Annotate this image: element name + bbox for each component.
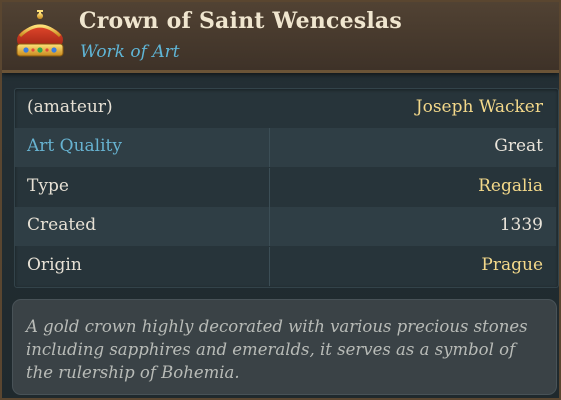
table-row-artist: (amateur) Joseph Wacker — [15, 89, 556, 128]
description-text: A gold crown highly decorated with vario… — [26, 317, 528, 382]
type-label: Type — [27, 176, 69, 196]
column-divider — [269, 207, 270, 246]
table-row-art-quality: Art Quality Great — [15, 128, 556, 167]
created-label: Created — [27, 215, 97, 235]
attributes-table: (amateur) Joseph Wacker Art Quality Grea… — [14, 88, 559, 288]
artwork-category: Work of Art — [80, 42, 180, 62]
tooltip-header: Crown of Saint Wenceslas Work of Art — [2, 2, 559, 73]
column-divider — [269, 168, 270, 207]
artwork-tooltip: Crown of Saint Wenceslas Work of Art (am… — [0, 0, 561, 400]
type-value: Regalia — [478, 176, 543, 196]
origin-label: Origin — [27, 255, 82, 275]
art-quality-label[interactable]: Art Quality — [27, 136, 122, 156]
artwork-title: Crown of Saint Wenceslas — [79, 8, 402, 34]
column-divider — [269, 128, 270, 167]
column-divider — [269, 247, 270, 286]
table-row-created: Created 1339 — [15, 207, 556, 246]
created-value: 1339 — [499, 215, 543, 235]
crown-icon — [16, 10, 64, 57]
table-row-origin: Origin Prague — [15, 247, 556, 286]
table-row-type: Type Regalia — [15, 168, 556, 207]
artist-label: (amateur) — [27, 97, 113, 117]
origin-value: Prague — [481, 255, 543, 275]
art-quality-value: Great — [494, 136, 543, 156]
description-box: A gold crown highly decorated with vario… — [12, 299, 557, 395]
artist-value: Joseph Wacker — [415, 97, 543, 117]
